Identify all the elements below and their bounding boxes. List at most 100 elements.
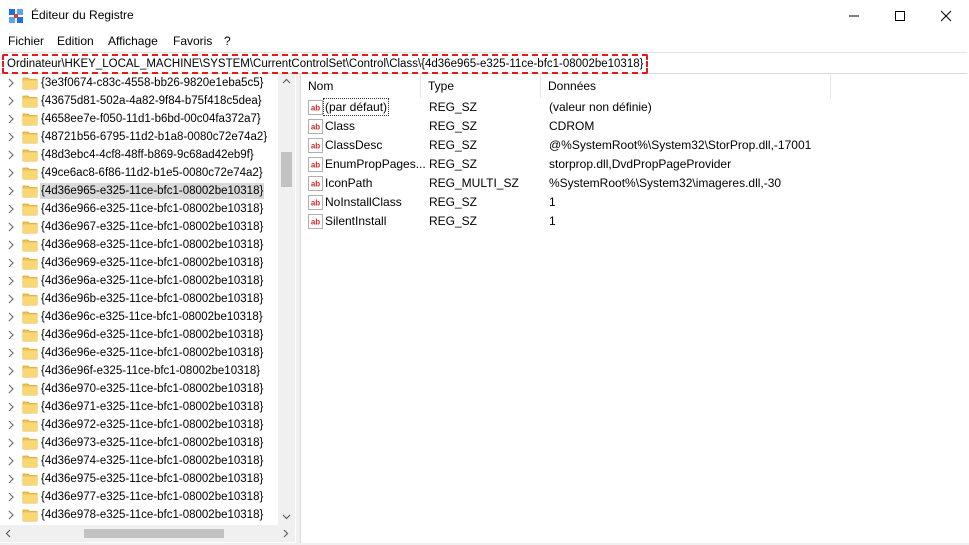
tree-item-label: {49ce6ac8-6f86-11d2-b1e5-0080c72e74a2} <box>41 167 263 179</box>
close-button[interactable] <box>923 0 969 31</box>
folder-icon <box>22 203 38 216</box>
chevron-right-icon[interactable] <box>6 114 16 124</box>
tree-item[interactable]: {4d36e966-e325-11ce-bfc1-08002be10318} <box>0 200 278 218</box>
scroll-up-icon[interactable] <box>282 78 291 84</box>
column-header-type[interactable]: Type <box>421 74 541 98</box>
address-path[interactable]: Ordinateur\HKEY_LOCAL_MACHINE\SYSTEM\Cur… <box>2 54 649 74</box>
tree-item-label: {4658ee7e-f050-11d1-b6bd-00c04fa372a7} <box>41 113 261 125</box>
column-header-nom[interactable]: Nom <box>301 74 421 98</box>
values-list: Nom Type Données ab (par défaut) REG_SZ (va… <box>300 74 969 545</box>
minimize-icon <box>849 15 859 16</box>
chevron-right-icon[interactable] <box>6 510 16 520</box>
tree-item-label: {4d36e967-e325-11ce-bfc1-08002be10318} <box>41 221 264 233</box>
chevron-right-icon[interactable] <box>6 294 16 304</box>
tree-item[interactable]: {4d36e967-e325-11ce-bfc1-08002be10318} <box>0 218 278 236</box>
scroll-right-icon[interactable] <box>283 529 289 538</box>
chevron-right-icon[interactable] <box>6 330 16 340</box>
tree-horizontal-scrollbar[interactable] <box>0 525 295 542</box>
chevron-right-icon[interactable] <box>6 384 16 394</box>
tree-item[interactable]: {4d36e972-e325-11ce-bfc1-08002be10318} <box>0 416 278 434</box>
menu-favoris[interactable]: Favoris <box>173 34 212 48</box>
table-row[interactable]: ab EnumPropPages... REG_SZ storprop.dll,Dvd… <box>301 155 969 174</box>
tree-item[interactable]: {48d3ebc4-4cf8-48ff-b869-9c68ad42eb9f} <box>0 146 278 164</box>
tree-item[interactable]: {4d36e971-e325-11ce-bfc1-08002be10318} <box>0 398 278 416</box>
tree-item[interactable]: {4d36e96c-e325-11ce-bfc1-08002be10318} <box>0 308 278 326</box>
chevron-right-icon[interactable] <box>6 276 16 286</box>
folder-icon <box>22 221 38 234</box>
table-row[interactable]: ab ClassDesc REG_SZ @%SystemRoot%\System32\… <box>301 136 969 155</box>
tree-item[interactable]: {49ce6ac8-6f86-11d2-b1e5-0080c72e74a2} <box>0 164 278 182</box>
folder-icon <box>22 293 38 306</box>
tree-item[interactable]: {4658ee7e-f050-11d1-b6bd-00c04fa372a7} <box>0 110 278 128</box>
tree-horizontal-thumb[interactable] <box>84 529 224 538</box>
scroll-down-icon[interactable] <box>282 514 291 520</box>
table-row[interactable]: ab (par défaut) REG_SZ (valeur non définie) <box>301 98 969 117</box>
chevron-right-icon[interactable] <box>6 402 16 412</box>
chevron-right-icon[interactable] <box>6 474 16 484</box>
string-value-icon: ab <box>308 157 323 172</box>
menu-affichage[interactable]: Affichage <box>108 34 158 48</box>
tree-item[interactable]: {4d36e96d-e325-11ce-bfc1-08002be10318} <box>0 326 278 344</box>
folder-icon <box>22 401 38 414</box>
chevron-right-icon[interactable] <box>6 492 16 502</box>
chevron-right-icon[interactable] <box>6 348 16 358</box>
tree-item-label: {4d36e96b-e325-11ce-bfc1-08002be10318} <box>41 293 264 305</box>
chevron-right-icon[interactable] <box>6 132 16 142</box>
tree-item[interactable]: {4d36e96f-e325-11ce-bfc1-08002be10318} <box>0 362 278 380</box>
tree-item-label: {4d36e966-e325-11ce-bfc1-08002be10318} <box>41 203 264 215</box>
tree-item-label: {3e3f0674-c83c-4558-bb26-9820e1eba5c5} <box>41 77 264 89</box>
menu-edition[interactable]: Edition <box>57 34 94 48</box>
folder-icon <box>22 473 38 486</box>
chevron-right-icon[interactable] <box>6 456 16 466</box>
value-data: 1 <box>549 195 556 209</box>
tree-item[interactable]: {4d36e965-e325-11ce-bfc1-08002be10318} <box>0 182 278 200</box>
chevron-right-icon[interactable] <box>6 240 16 250</box>
tree-item[interactable]: {4d36e977-e325-11ce-bfc1-08002be10318} <box>0 488 278 506</box>
tree-vertical-thumb[interactable] <box>281 152 292 187</box>
chevron-right-icon[interactable] <box>6 150 16 160</box>
column-header-donnees[interactable]: Données <box>541 74 831 98</box>
chevron-right-icon[interactable] <box>6 438 16 448</box>
string-value-icon: ab <box>308 138 323 153</box>
chevron-right-icon[interactable] <box>6 204 16 214</box>
value-name: EnumPropPages... <box>325 157 426 171</box>
chevron-right-icon[interactable] <box>6 96 16 106</box>
table-row[interactable]: ab IconPath REG_MULTI_SZ %SystemRoot%\Syste… <box>301 174 969 193</box>
folder-icon <box>22 419 38 432</box>
tree-item[interactable]: {3e3f0674-c83c-4558-bb26-9820e1eba5c5} <box>0 74 278 92</box>
tree-item[interactable]: {4d36e974-e325-11ce-bfc1-08002be10318} <box>0 452 278 470</box>
tree-item[interactable]: {4d36e968-e325-11ce-bfc1-08002be10318} <box>0 236 278 254</box>
maximize-icon <box>895 10 905 21</box>
minimize-button[interactable] <box>831 0 877 31</box>
chevron-right-icon[interactable] <box>6 168 16 178</box>
chevron-right-icon[interactable] <box>6 258 16 268</box>
folder-icon <box>22 491 38 504</box>
maximize-button[interactable] <box>877 0 923 31</box>
tree-item[interactable]: {4d36e96b-e325-11ce-bfc1-08002be10318} <box>0 290 278 308</box>
tree-item[interactable]: {43675d81-502a-4a82-9f84-b75f418c5dea} <box>0 92 278 110</box>
menu-help[interactable]: ? <box>224 34 231 48</box>
table-row[interactable]: ab Class REG_SZ CDROM <box>301 117 969 136</box>
chevron-right-icon[interactable] <box>6 312 16 322</box>
tree-item[interactable]: {4d36e970-e325-11ce-bfc1-08002be10318} <box>0 380 278 398</box>
value-type: REG_SZ <box>429 119 478 133</box>
chevron-right-icon[interactable] <box>6 186 16 196</box>
chevron-right-icon[interactable] <box>6 78 16 88</box>
tree-item[interactable]: {4d36e973-e325-11ce-bfc1-08002be10318} <box>0 434 278 452</box>
table-row[interactable]: ab NoInstallClass REG_SZ 1 <box>301 193 969 212</box>
table-row[interactable]: ab SilentInstall REG_SZ 1 <box>301 212 969 231</box>
chevron-right-icon[interactable] <box>6 366 16 376</box>
menu-fichier[interactable]: Fichier <box>8 34 44 48</box>
tree-item[interactable]: {4d36e978-e325-11ce-bfc1-08002be10318} <box>0 506 278 524</box>
tree-item[interactable]: {4d36e969-e325-11ce-bfc1-08002be10318} <box>0 254 278 272</box>
chevron-right-icon[interactable] <box>6 222 16 232</box>
chevron-right-icon[interactable] <box>6 420 16 430</box>
tree-item[interactable]: {48721b56-6795-11d2-b1a8-0080c72e74a2} <box>0 128 278 146</box>
tree-item-label: {4d36e971-e325-11ce-bfc1-08002be10318} <box>41 401 264 413</box>
scroll-left-icon[interactable] <box>5 529 11 538</box>
tree-item[interactable]: {4d36e975-e325-11ce-bfc1-08002be10318} <box>0 470 278 488</box>
tree-vertical-scrollbar[interactable] <box>278 74 295 525</box>
tree-item[interactable]: {4d36e96a-e325-11ce-bfc1-08002be10318} <box>0 272 278 290</box>
address-bar[interactable]: Ordinateur\HKEY_LOCAL_MACHINE\SYSTEM\Cur… <box>0 52 967 74</box>
tree-item[interactable]: {4d36e96e-e325-11ce-bfc1-08002be10318} <box>0 344 278 362</box>
